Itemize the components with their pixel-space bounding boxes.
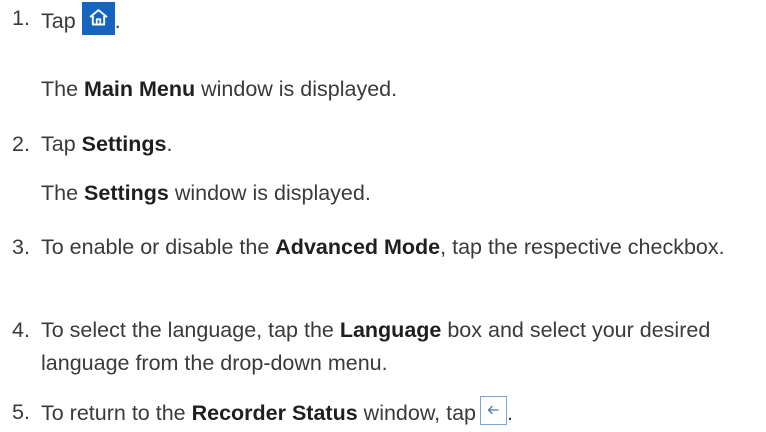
- home-button: [81, 2, 115, 35]
- step-text-end: .: [507, 401, 513, 425]
- step-number: 5.: [12, 400, 30, 424]
- step-text-post: window, tap: [357, 401, 477, 425]
- step-text-bold: Advanced Mode: [275, 235, 441, 259]
- result-pre: The: [41, 181, 85, 205]
- result-post: window is displayed.: [168, 181, 371, 205]
- step-number: 2.: [12, 132, 30, 156]
- step-text-pre: To return to the: [41, 401, 192, 425]
- step-text-bold: Settings: [81, 132, 167, 156]
- back-arrow-icon: [487, 405, 499, 415]
- result-bold: Settings: [84, 181, 169, 205]
- step-text-post: , tap the respective checkbox.: [440, 235, 725, 259]
- step-text-pre: Tap: [41, 9, 76, 33]
- step-number: 4.: [12, 318, 30, 342]
- step-number: 3.: [12, 235, 30, 259]
- step-text-pre: Tap: [41, 132, 82, 156]
- result-post: window is displayed.: [195, 77, 398, 101]
- result-pre: The: [41, 77, 85, 101]
- step-text-post: .: [166, 132, 173, 156]
- step-text-pre: To enable or disable the: [41, 235, 276, 259]
- step-number: 1.: [12, 6, 30, 30]
- step-text-pre: To select the language, tap the: [41, 318, 340, 342]
- step-text: To return to the Recorder Status window,…: [41, 396, 758, 430]
- step-1-result: The Main Menu window is displayed.: [41, 73, 397, 106]
- step-text: Tap Settings.: [41, 128, 758, 161]
- result-bold: Main Menu: [84, 77, 196, 101]
- step-2-result: The Settings window is displayed.: [41, 177, 371, 210]
- back-button: [480, 396, 508, 425]
- step-text-bold: Language: [339, 318, 442, 342]
- step-text: To select the language, tap the Language…: [41, 314, 758, 380]
- step-text-post: .: [114, 9, 121, 33]
- step-text: Tap.: [41, 2, 758, 38]
- step-text-bold: Recorder Status: [191, 401, 358, 425]
- home-icon: [89, 9, 108, 26]
- step-text: To enable or disable the Advanced Mode, …: [41, 231, 758, 264]
